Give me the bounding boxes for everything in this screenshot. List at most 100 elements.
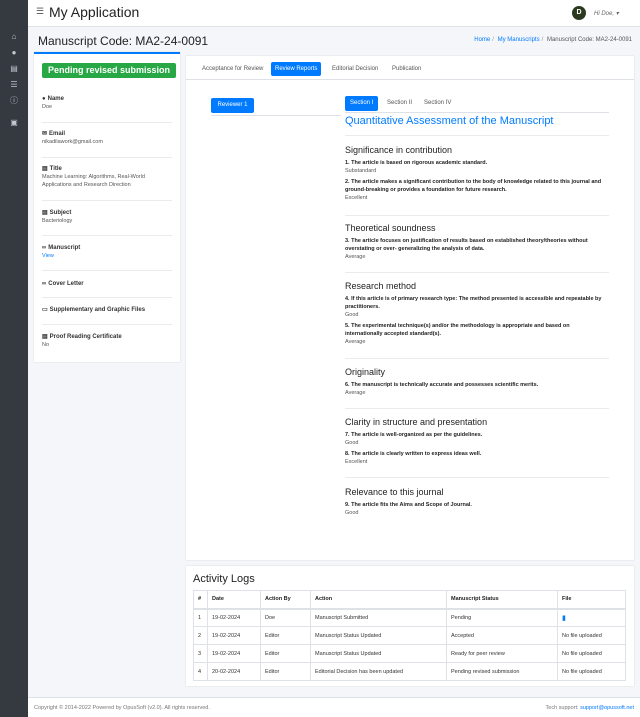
category-theoretical-soundness: Theoretical soundness 3. The article foc… — [345, 223, 605, 264]
page-title: Manuscript Code: MA2-24-0091 — [38, 34, 209, 48]
divider — [42, 200, 172, 201]
status-badge: Pending revised submission — [42, 63, 176, 78]
answer: Average — [345, 254, 366, 260]
table-cell: Editor — [260, 626, 311, 645]
table-cell: 19-02-2024 — [207, 608, 261, 627]
document-icon[interactable]: ▣ — [0, 115, 28, 131]
tab-acceptance-for-review[interactable]: Acceptance for Review — [198, 62, 267, 76]
divider — [211, 115, 341, 116]
answer: Excellent — [345, 195, 368, 201]
paperclip-icon: ∞ — [42, 281, 47, 287]
table-cell: No file uploaded — [557, 644, 626, 663]
id-card-icon[interactable]: ▤ — [0, 61, 28, 77]
table-cell: 2 — [193, 626, 208, 645]
menu-toggle-icon[interactable]: ☰ — [36, 6, 44, 17]
table-cell: 4 — [193, 662, 208, 681]
reviewer-1-button[interactable]: Reviewer 1 — [211, 98, 254, 113]
user-menu[interactable]: Hi Doe, ▾ — [594, 10, 619, 17]
avatar[interactable]: D — [572, 6, 586, 20]
column-header: Action By — [260, 590, 311, 610]
support-email-link[interactable]: support@opussoft.net — [580, 705, 634, 711]
email-label: Email — [49, 131, 66, 137]
table-cell: Ready for peer review — [446, 644, 558, 663]
list-icon[interactable]: ☰ — [0, 77, 28, 93]
file-download-icon[interactable]: ▮ — [562, 615, 566, 622]
category-title: Research method — [345, 281, 417, 291]
divider — [42, 235, 172, 236]
paperclip-icon: ∞ — [42, 245, 47, 251]
user-icon[interactable]: ● — [0, 45, 28, 61]
support-label: Tech support: — [545, 705, 579, 711]
name-value: Doe — [42, 104, 53, 110]
home-icon[interactable]: ⌂ — [0, 29, 28, 45]
manuscript-label: Manuscript — [48, 245, 81, 251]
table-header-row: # Date Action By Action Manuscript Statu… — [193, 590, 626, 610]
tab-section-1[interactable]: Section I — [345, 96, 379, 111]
sidebar: ⌂ ● ▤ ☰ ⓘ ▣ — [0, 0, 28, 717]
divider — [345, 112, 609, 113]
question: 9. The article fits the Aims and Scope o… — [345, 502, 472, 508]
table-cell: 1 — [193, 608, 208, 627]
proof-reading-value: No — [42, 342, 50, 348]
tech-support: Tech support: support@opussoft.net — [546, 705, 634, 711]
info-icon[interactable]: ⓘ — [0, 93, 28, 109]
review-card: Acceptance for Review Review Reports Edi… — [186, 56, 634, 560]
category-significance: Significance in contribution 1. The arti… — [345, 145, 605, 205]
manuscript-view-link[interactable]: View — [42, 252, 172, 260]
answer: Average — [345, 339, 366, 345]
name-label: Name — [47, 96, 64, 102]
tab-review-reports[interactable]: Review Reports — [271, 62, 322, 76]
table-cell: Editor — [260, 662, 311, 681]
subject-field: ▤ Subject Bacteriology — [42, 209, 172, 225]
column-header: File — [557, 590, 626, 610]
question: 5. The experimental technique(s) and/or … — [345, 323, 570, 337]
answer: Good — [345, 440, 359, 446]
category-research-method: Research method 4. If this article is of… — [345, 281, 605, 349]
category-title: Clarity in structure and presentation — [345, 417, 488, 427]
subject-label: Subject — [49, 210, 72, 216]
question: 7. The article is well-organized as per … — [345, 432, 483, 438]
breadcrumb-my-manuscripts[interactable]: My Manuscripts — [498, 37, 540, 43]
activity-logs-table: # Date Action By Action Manuscript Statu… — [193, 590, 626, 681]
tab-section-4[interactable]: Section IV — [419, 96, 456, 111]
tab-publication[interactable]: Publication — [388, 62, 425, 76]
page-header: Manuscript Code: MA2-24-0091 Home / My Ma… — [28, 27, 640, 53]
table-cell: Manuscript Status Updated — [310, 644, 447, 663]
assessment-title: Quantitative Assessment of the Manuscrip… — [345, 115, 554, 127]
answer: Good — [345, 510, 359, 516]
tab-editorial-decision[interactable]: Editorial Decision — [328, 62, 382, 76]
table-cell: No file uploaded — [557, 662, 626, 681]
user-greeting: Hi Doe, — [594, 11, 615, 17]
category-relevance: Relevance to this journal 9. The article… — [345, 487, 605, 520]
table-cell: Editor — [260, 644, 311, 663]
tab-section-2[interactable]: Section II — [382, 96, 417, 111]
table-cell: Manuscript Submitted — [310, 608, 447, 627]
manuscript-details-card: Pending revised submission ● Name Doe ✉ Em… — [34, 52, 180, 362]
manuscript-field: ∞ Manuscript View — [42, 244, 172, 260]
divider — [42, 324, 172, 325]
table-cell: Manuscript Status Updated — [310, 626, 447, 645]
folder-icon: ▭ — [42, 307, 48, 313]
table-cell: 19-02-2024 — [207, 644, 261, 663]
cover-letter-label: Cover Letter — [48, 281, 84, 287]
column-header: Date — [207, 590, 261, 610]
answer: Good — [345, 312, 359, 318]
table-cell: 20-02-2024 — [207, 662, 261, 681]
category-title: Theoretical soundness — [345, 223, 436, 233]
divider — [42, 297, 172, 298]
supplementary-files-field: ▭ Supplementary and Graphic Files — [42, 306, 172, 314]
activity-logs-title: Activity Logs — [193, 573, 255, 585]
table-cell: 19-02-2024 — [207, 626, 261, 645]
proof-reading-label: Proof Reading Certificate — [49, 334, 122, 340]
subject-value: Bacteriology — [42, 218, 73, 224]
answer: Average — [345, 390, 366, 396]
table-cell: Pending — [446, 608, 558, 627]
breadcrumb-home[interactable]: Home — [474, 37, 490, 43]
table-cell: Accepted — [446, 626, 558, 645]
activity-logs-card: Activity Logs # Date Action By Action Ma… — [186, 566, 634, 686]
divider — [42, 122, 172, 123]
user-icon: ● — [42, 96, 46, 102]
divider — [345, 215, 609, 216]
breadcrumb: Home / My Manuscripts / Manuscript Code: M… — [474, 37, 632, 43]
copyright-text: Copyright © 2014-2022 Powered by OpusSof… — [34, 705, 210, 711]
